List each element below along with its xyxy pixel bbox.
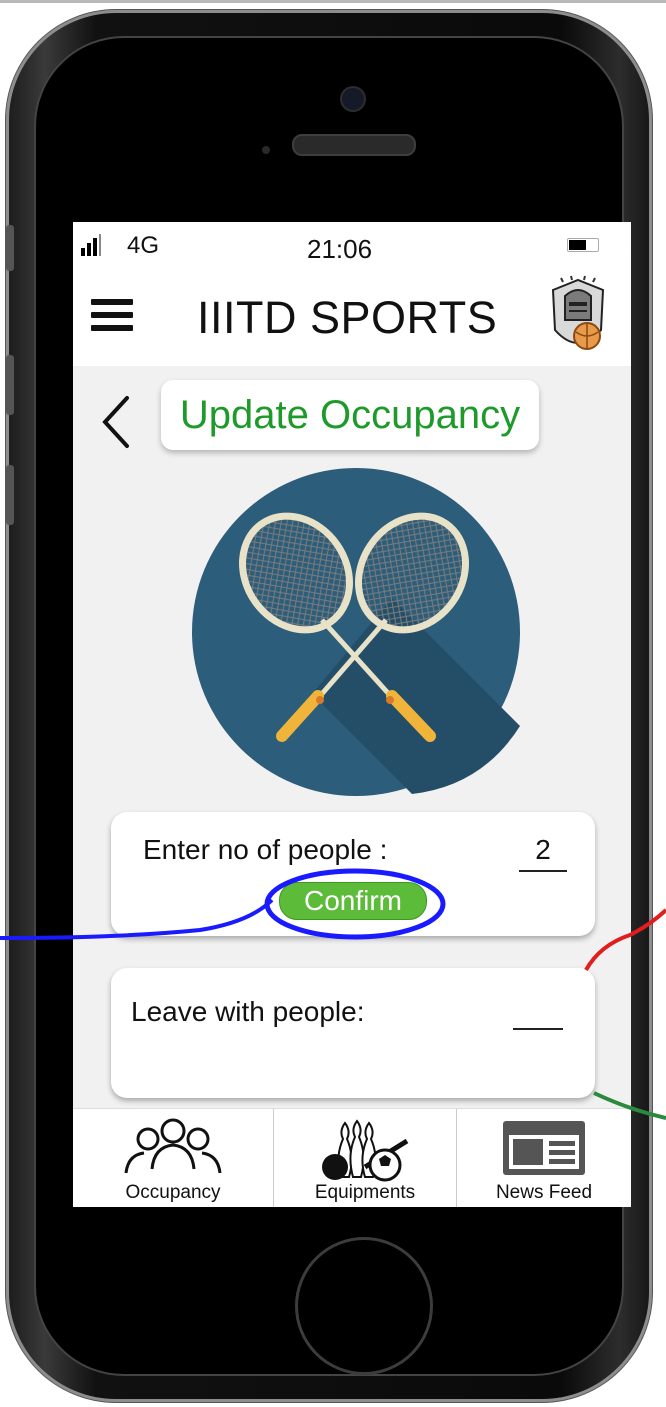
- network-type: 4G: [127, 232, 160, 259]
- page-title: Update Occupancy: [161, 380, 539, 450]
- back-arrow-icon[interactable]: [97, 392, 137, 452]
- app-title: IIITD SPORTS: [197, 292, 498, 343]
- equipment-icon: [322, 1119, 409, 1182]
- menu-icon[interactable]: [91, 299, 133, 338]
- mute-switch: [6, 225, 14, 271]
- volume-down-button: [6, 465, 14, 525]
- front-camera: [340, 86, 366, 112]
- top-divider: [0, 0, 666, 3]
- nav-label-news-feed: News Feed: [495, 1182, 593, 1203]
- volume-up-button: [6, 355, 14, 415]
- enter-people-card: Enter no of people : 2 Confirm: [111, 812, 595, 936]
- status-bar: 4G 21:06: [73, 222, 631, 264]
- people-label: Enter no of people :: [143, 834, 388, 865]
- signal-icon: [81, 234, 103, 256]
- nav-item-equipments[interactable]: Equipments: [274, 1109, 457, 1207]
- home-button[interactable]: [295, 1237, 433, 1375]
- app-header: IIITD SPORTS: [73, 262, 631, 366]
- people-icon: [124, 1118, 222, 1174]
- newspaper-icon: [503, 1121, 585, 1175]
- earpiece-speaker: [292, 134, 416, 156]
- badminton-icon: [192, 468, 520, 796]
- leave-people-card: Leave with people:: [111, 968, 595, 1098]
- leave-input[interactable]: [513, 992, 563, 1030]
- phone-screen: 4G 21:06 IIITD SPORTS Update Occupancy E…: [73, 222, 631, 1207]
- leave-label: Leave with people:: [131, 996, 365, 1027]
- sensor-dot: [262, 146, 270, 154]
- nav-label-occupancy: Occupancy: [125, 1182, 221, 1203]
- nav-label-equipments: Equipments: [314, 1182, 416, 1203]
- knight-logo-icon: [551, 275, 605, 350]
- battery-icon: [567, 238, 599, 252]
- nav-item-occupancy[interactable]: Occupancy: [73, 1109, 274, 1207]
- status-time: 21:06: [307, 234, 373, 264]
- nav-item-news-feed[interactable]: News Feed: [457, 1109, 631, 1207]
- people-input[interactable]: 2: [519, 834, 567, 872]
- confirm-button[interactable]: Confirm: [279, 882, 427, 920]
- bottom-nav: Occupancy Equipments News Feed: [73, 1108, 631, 1207]
